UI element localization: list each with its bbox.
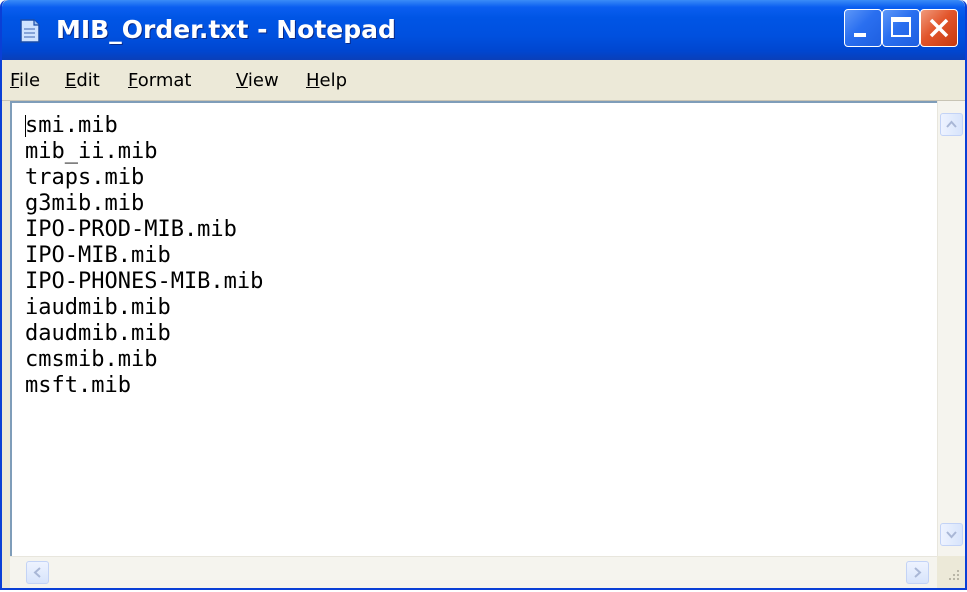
scroll-right-button[interactable] [906,561,929,584]
scroll-left-button[interactable] [26,561,49,584]
text-line[interactable]: cmsmib.mib [12,347,263,373]
text-line[interactable]: msft.mib [12,373,263,399]
chevron-down-icon [946,531,957,539]
resize-grip-icon [949,570,959,580]
chevron-left-icon [33,567,41,578]
menu-bar: File Edit Format View Help [2,60,965,101]
text-editor[interactable]: smi.mib mib_ii.mib traps.mib g3mib.mib I… [10,101,937,556]
minimize-icon [854,33,866,37]
menu-format[interactable]: Format [128,71,191,91]
text-line[interactable]: IPO-MIB.mib [12,243,263,269]
menu-edit[interactable]: Edit [65,71,100,91]
text-line[interactable]: g3mib.mib [12,191,263,217]
text-line[interactable]: mib_ii.mib [12,139,263,165]
text-line[interactable]: IPO-PROD-MIB.mib [12,217,263,243]
chevron-up-icon [946,120,957,128]
maximize-button[interactable] [882,9,920,47]
resize-grip[interactable] [937,556,965,588]
maximize-icon [891,17,911,37]
text-line[interactable]: traps.mib [12,165,263,191]
menu-file[interactable]: File [10,71,40,91]
vertical-scrollbar[interactable] [937,101,965,556]
close-icon [929,18,949,38]
scroll-down-button[interactable] [940,523,963,546]
close-button[interactable] [920,9,958,47]
title-bar[interactable]: MIB_Order.txt - Notepad [2,0,965,60]
text-line[interactable]: iaudmib.mib [12,295,263,321]
text-content[interactable]: smi.mib mib_ii.mib traps.mib g3mib.mib I… [12,113,263,399]
menu-view[interactable]: View [236,71,279,91]
text-caret [25,115,26,137]
text-line[interactable]: smi.mib [12,113,263,139]
window-title: MIB_Order.txt - Notepad [56,15,396,44]
chevron-right-icon [914,567,922,578]
notepad-window: MIB_Order.txt - Notepad File Edit Format… [0,0,967,590]
minimize-button[interactable] [844,9,882,47]
notepad-icon[interactable] [18,18,42,44]
scroll-up-button[interactable] [940,113,963,136]
text-line[interactable]: IPO-PHONES-MIB.mib [12,269,263,295]
horizontal-scrollbar[interactable] [10,556,937,588]
text-line[interactable]: daudmib.mib [12,321,263,347]
menu-help[interactable]: Help [306,71,347,91]
